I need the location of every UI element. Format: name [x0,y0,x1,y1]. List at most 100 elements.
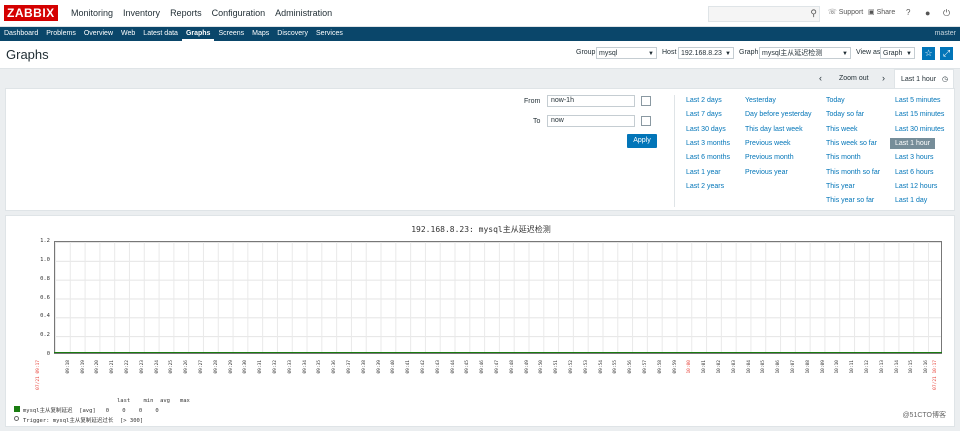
legend-trigger: Trigger: mysql主从复制延迟过长 [> 300] [23,418,144,424]
range-last-5-minutes[interactable]: Last 5 minutes [895,97,941,104]
calendar-icon[interactable] [641,96,651,106]
legend-col-avg: avg [160,398,170,404]
range-this-year-so-far[interactable]: This year so far [826,197,874,204]
range-last-30-days[interactable]: Last 30 days [686,126,726,133]
range-day-before-yesterday[interactable]: Day before yesterday [745,111,812,118]
view-as-value: Graph [883,50,903,57]
nav-administration[interactable]: Administration [270,0,337,26]
search-icon[interactable]: ⚲ [810,8,817,19]
range-today[interactable]: Today [826,97,845,104]
next-period-icon[interactable]: › [882,69,885,88]
support-link[interactable]: ☏ Support [828,0,863,26]
graph-label: Graph [739,49,759,56]
x-tick-label: 09:31 [258,360,264,374]
y-tick-label: 0.2 [40,332,50,339]
x-tick-label: 09:28 [213,360,219,374]
tab-time-filter[interactable]: Last 1 hour ◷ [894,69,954,88]
y-tick-label: 0 [46,351,50,357]
subnav-latest-data[interactable]: Latest data [139,27,182,41]
from-input[interactable]: now-1h [547,95,635,107]
x-tick-label: 09:29 [228,360,234,374]
range-this-month-so-far[interactable]: This month so far [826,169,880,176]
y-tick-label: 1.2 [40,238,50,244]
host-label: Host [662,49,677,56]
range-last-2-days[interactable]: Last 2 days [686,97,722,104]
chart-title: 192.168.8.23: mysql主从延迟检测 [411,225,551,234]
subnav-services[interactable]: Services [312,27,347,41]
subnav-discovery[interactable]: Discovery [273,27,312,41]
support-label: Support [838,9,864,16]
calendar-icon[interactable] [641,116,651,126]
range-yesterday[interactable]: Yesterday [745,97,776,104]
zabbix-logo[interactable]: ZABBIX [4,5,58,21]
graph-select[interactable]: mysql主从延迟检测 ▼ [759,47,851,59]
x-tick-label: 10:15 [909,360,915,374]
range-last-12-hours[interactable]: Last 12 hours [895,183,937,190]
range-this-week[interactable]: This week [826,126,858,133]
prev-period-icon[interactable]: ‹ [819,69,822,88]
nav-reports[interactable]: Reports [165,0,207,26]
subnav-graphs[interactable]: Graphs [181,27,215,41]
subnav-maps[interactable]: Maps [248,27,273,41]
subnav-overview[interactable]: Overview [80,27,117,41]
help-icon[interactable]: ? [906,0,910,26]
nav-inventory[interactable]: Inventory [118,0,165,26]
range-previous-month[interactable]: Previous month [745,154,794,161]
group-value: mysql [599,50,618,57]
from-label: From [524,98,541,105]
x-tick-label: 10:14 [894,360,900,374]
range-last-2-years[interactable]: Last 2 years [686,183,724,190]
x-tick-label: 10:08 [805,360,811,374]
x-tick-label: 09:53 [583,360,589,374]
to-input[interactable]: now [547,115,635,127]
range-today-so-far[interactable]: Today so far [826,111,864,118]
range-this-day-last-week[interactable]: This day last week [745,126,803,133]
x-tick-label: 09:51 [554,360,560,374]
x-tick-label: 09:35 [317,360,323,374]
x-tick-label: 09:55 [613,360,619,374]
range-previous-week[interactable]: Previous week [745,140,791,147]
group-label: Group [576,49,596,56]
range-last-1-year[interactable]: Last 1 year [686,169,721,176]
range-last-3-months[interactable]: Last 3 months [686,140,730,147]
apply-button[interactable]: Apply [627,134,657,148]
range-last-6-hours[interactable]: Last 6 hours [895,169,934,176]
fullscreen-button[interactable]: ⤢ [940,47,953,60]
subnav-dashboard[interactable]: Dashboard [0,27,42,41]
x-tick-label: 09:58 [657,360,663,374]
x-tick-label: 09:54 [598,360,604,374]
nav-configuration[interactable]: Configuration [207,0,271,26]
range-this-month[interactable]: This month [826,154,861,161]
subnav-screens[interactable]: Screens [214,27,248,41]
range-last-3-hours[interactable]: Last 3 hours [895,154,934,161]
x-tick-label: 09:40 [391,360,397,374]
x-tick-label: 10:03 [731,360,737,374]
share-link[interactable]: ▣ Share [868,0,895,26]
nav-monitoring[interactable]: Monitoring [66,0,118,26]
legend-header: last min avg max [117,398,190,404]
power-icon[interactable]: ⏻ [943,0,950,26]
time-tab-bar: ‹ Zoom out › Last 1 hour ◷ [0,69,960,88]
x-tick-label: 09:27 [199,360,204,374]
favorite-star-button[interactable]: ☆ [922,47,935,60]
range-last-15-minutes[interactable]: Last 15 minutes [895,111,944,118]
range-last-30-minutes[interactable]: Last 30 minutes [895,126,944,133]
range-last-1-day[interactable]: Last 1 day [895,197,927,204]
range-this-week-so-far[interactable]: This week so far [826,140,877,147]
host-select[interactable]: 192.168.8.23 ▼ [678,47,734,59]
view-as-select[interactable]: Graph ▼ [880,47,915,59]
range-previous-year[interactable]: Previous year [745,169,788,176]
range-this-year[interactable]: This year [826,183,855,190]
user-icon[interactable]: ● [925,0,930,26]
x-tick-label: 10:12 [865,360,870,374]
subnav-web[interactable]: Web [117,27,139,41]
search-input[interactable]: ⚲ [708,6,820,22]
range-last-7-days[interactable]: Last 7 days [686,111,722,118]
range-last-1-hour-selected[interactable]: Last 1 hour [890,138,936,149]
x-start-label: 07/21 09:17 [36,360,41,390]
subnav-problems[interactable]: Problems [42,27,80,41]
group-select[interactable]: mysql ▼ [596,47,657,59]
zoom-out-button[interactable]: Zoom out [839,69,869,88]
plot-area[interactable] [54,241,942,354]
range-last-6-months[interactable]: Last 6 months [686,154,730,161]
